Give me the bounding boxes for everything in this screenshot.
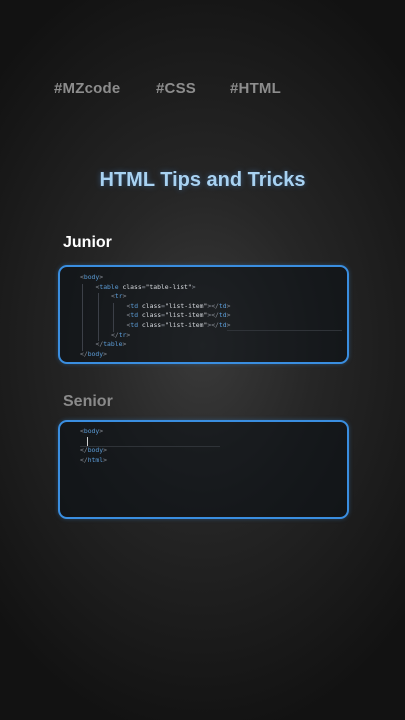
code-token: html (87, 455, 104, 464)
code-token: table (99, 282, 123, 291)
senior-label: Senior (63, 393, 113, 410)
code-token: </ (80, 349, 88, 358)
code-line: </table> (96, 340, 127, 350)
code-token: </ (80, 446, 88, 455)
code-token: td (218, 311, 227, 320)
code-token: "table-list" (145, 282, 192, 291)
code-token: class (141, 301, 162, 310)
code-token: td (218, 301, 227, 310)
code-token: > (122, 292, 127, 301)
text-cursor (87, 436, 88, 446)
junior-label: Junior (63, 234, 112, 251)
code-token: > (226, 321, 231, 329)
code-token: td (130, 321, 142, 329)
code-token: td (130, 301, 142, 310)
code-token: class (141, 321, 162, 329)
hashtag-row: #MZcode #CSS #HTML (0, 80, 405, 100)
code-line: <body> (80, 427, 103, 437)
code-token: "list-item" (165, 311, 208, 320)
hashtag-html: #HTML (230, 80, 281, 97)
code-token: </ (111, 330, 119, 339)
code-token: body (87, 446, 104, 455)
indent-guide (113, 302, 114, 332)
code-token: > (103, 455, 107, 464)
code-token: td (218, 321, 227, 329)
code-line: <table class="table-list"> (96, 283, 196, 293)
indent-guide (82, 283, 83, 351)
code-token: ></ (207, 321, 219, 329)
code-token: td (130, 311, 142, 320)
code-token: body (83, 427, 100, 435)
code-token: tr (114, 292, 123, 301)
code-token: > (99, 273, 104, 281)
code-token: > (103, 446, 107, 455)
code-token: > (191, 282, 196, 291)
junior-code-panel: <body> <table class="table-list"> <tr> <td … (58, 265, 349, 364)
indent-guide (97, 293, 99, 342)
code-line: </tr> (111, 331, 130, 341)
page-title: HTML Tips and Tricks (99, 169, 306, 191)
code-token: > (99, 427, 104, 435)
code-line: </body> (80, 350, 107, 360)
code-token: > (122, 340, 127, 349)
code-token: class (122, 282, 142, 291)
active-line-highlight (226, 329, 342, 331)
code-token: class (141, 311, 162, 320)
code-token: > (226, 311, 231, 320)
code-token: > (226, 301, 231, 310)
code-line: <td class="list-item"></td> (127, 302, 231, 312)
code-line: <body> (80, 273, 103, 283)
code-token: > (126, 330, 131, 339)
code-token: table (103, 340, 123, 349)
code-token: ></ (207, 311, 219, 320)
code-token: "list-item" (165, 301, 208, 310)
hashtag-mzcode: #MZcode (54, 80, 121, 97)
code-token: body (87, 349, 104, 358)
senior-code-panel: <body> </body> </html> (58, 420, 349, 519)
code-line: <td class="list-item"></td> (127, 311, 231, 321)
active-line-highlight (80, 446, 220, 448)
code-line: <tr> (111, 292, 126, 302)
code-token: ></ (207, 301, 219, 310)
code-line: </html> (80, 456, 107, 466)
code-token: body (83, 273, 100, 281)
code-line: <td class="list-item"></td> (127, 321, 231, 331)
code-token: </ (80, 455, 88, 464)
code-token: "list-item" (165, 321, 208, 329)
hashtag-css: #CSS (156, 80, 196, 97)
code-line: </body> (80, 446, 107, 456)
code-token: > (103, 349, 107, 358)
